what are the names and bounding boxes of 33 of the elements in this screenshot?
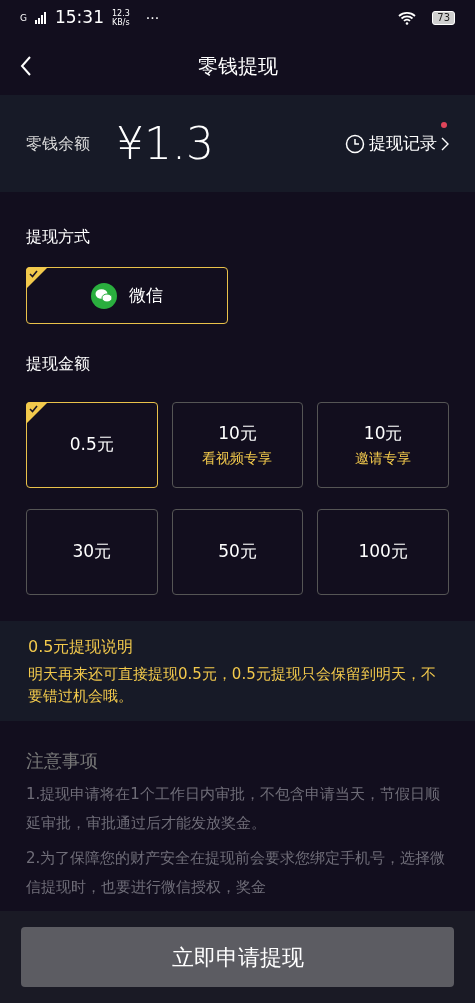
speed-value: 12.3 xyxy=(112,9,130,18)
speed-unit: KB/s xyxy=(112,18,130,27)
amount-option[interactable]: 50元 xyxy=(171,509,304,595)
signal-icon xyxy=(35,12,47,24)
clock-icon xyxy=(345,133,365,154)
more-dots: ··· xyxy=(145,8,160,28)
battery-indicator: 73 xyxy=(432,11,455,25)
option-subtitle: 看视频专享 xyxy=(202,449,273,469)
amount-option[interactable]: 30元 xyxy=(26,509,158,595)
amount-option[interactable]: 10元 看视频专享 xyxy=(171,402,304,488)
explanation-title: 0.5元提现说明 xyxy=(28,636,135,658)
explanation-text: 明天再来还可直接提现0.5元，0.5元提现只会保留到明天，不要错过机会哦。 xyxy=(28,664,437,707)
chevron-icon xyxy=(441,136,449,151)
submit-button[interactable]: 立即申请提现 xyxy=(21,927,454,987)
amount-option[interactable]: 10元 邀请专享 xyxy=(317,402,449,488)
clock: 15:31 xyxy=(55,6,104,30)
amount-option[interactable]: 100元 xyxy=(317,509,449,595)
amount-option[interactable]: 0.5元 xyxy=(26,402,158,488)
balance-amount: ¥1.3 xyxy=(116,116,214,171)
section-title: 提现方式 xyxy=(26,226,91,248)
note-text: 1.提现申请将在1个工作日内审批，不包含申请当天，节假日顺延审批，审批通过后才能发放奖金。 xyxy=(26,784,441,834)
section-title: 提现金额 xyxy=(26,353,91,375)
note-text: 2.为了保障您的财产安全在提现前会要求您绑定手机号，选择微信提现时，也要进行微信授权，奖金 xyxy=(26,848,447,898)
history-link[interactable]: 提现记录 xyxy=(345,130,449,157)
signal-label: G xyxy=(20,13,27,23)
balance-label: 零钱余额 xyxy=(26,132,90,155)
option-subtitle: 邀请专享 xyxy=(355,449,412,469)
back-icon[interactable] xyxy=(20,54,32,77)
chat-bubbles-icon xyxy=(91,282,117,309)
page-title: 零钱提现 xyxy=(197,52,278,80)
notes-title: 注意事项 xyxy=(26,749,99,773)
wifi-icon xyxy=(398,11,417,25)
wechat-option[interactable]: 微信 xyxy=(26,267,228,324)
